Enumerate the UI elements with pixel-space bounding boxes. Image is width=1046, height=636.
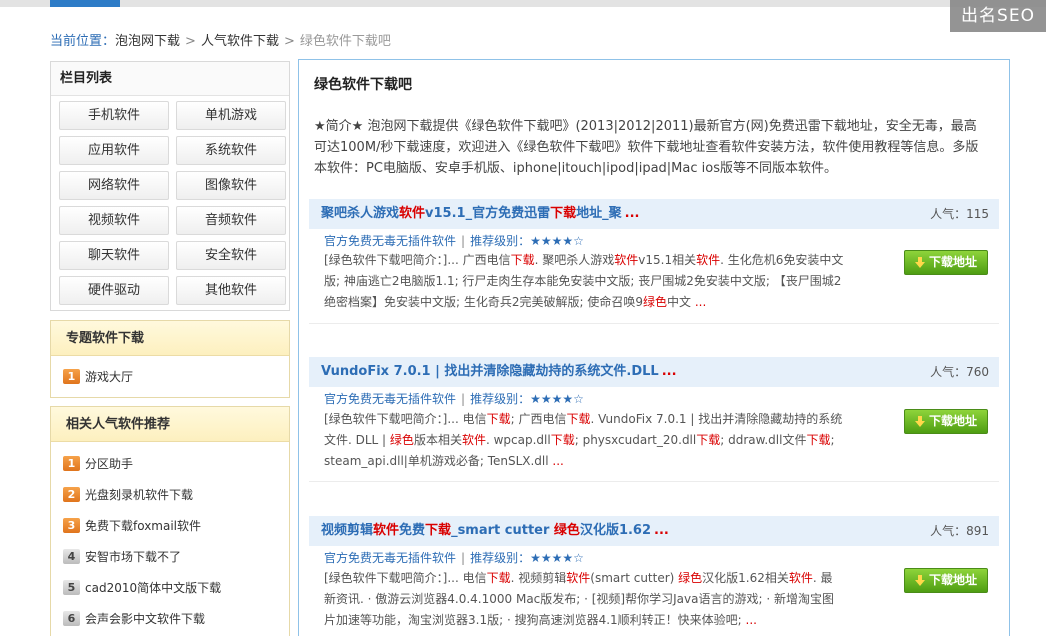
popularity-count: 人气：115 [930,207,989,221]
software-item-title-link[interactable]: VundoFix 7.0.1 | 找出并清除隐藏劫持的系统文件.DLL... [321,357,677,387]
rank-number-badge: 2 [63,487,80,502]
recommend-item-label: 安智市场下载不了 [85,550,182,564]
recommend-list-item[interactable]: 3 免费下载foxmail软件 [63,516,201,536]
category-button[interactable]: 视频软件 [59,206,169,235]
software-item-header: 视频剪辑软件免费下载_smart cutter 绿色汉化版1.62... 人气：… [309,516,999,546]
topic-download-box: 专题软件下载 1 游戏大厅 [50,320,290,398]
recommend-item-label: 会声会影中文软件下载 [85,612,206,626]
recommend-list-item[interactable]: 1 分区助手 [63,454,133,474]
page-title: 绿色软件下载吧 [314,77,412,93]
breadcrumb-separator: > [283,34,295,49]
rank-number-badge: 6 [63,611,80,626]
item-divider [309,481,999,482]
category-button[interactable]: 图像软件 [176,171,286,200]
top-strip [0,0,1046,7]
software-item-header: VundoFix 7.0.1 | 找出并清除隐藏劫持的系统文件.DLL... 人… [309,357,999,387]
category-button[interactable]: 网络软件 [59,171,169,200]
topic-download-title: 专题软件下载 [51,321,289,356]
rank-number-badge: 3 [63,518,80,533]
software-item-meta: 官方免费无毒无插件软件 | 推荐级别：★★★★☆ [324,392,584,406]
recommend-item-label: 光盘刻录机软件下载 [85,488,194,502]
seo-watermark-badge: 出名SEO [950,0,1046,32]
top-accent-bar [50,0,120,7]
software-item-meta: 官方免费无毒无插件软件 | 推荐级别：★★★★☆ [324,551,584,565]
popularity-count: 人气：891 [930,524,989,538]
topic-item-label: 游戏大厅 [85,370,134,384]
category-button[interactable]: 系统软件 [176,136,286,165]
download-arrow-icon [915,416,925,427]
category-button[interactable]: 单机游戏 [176,101,286,130]
software-item-description: [绿色软件下载吧简介：]... 广西电信下载. 聚吧杀人游戏软件v15.1相关软… [324,253,844,309]
breadcrumb-label: 当前位置： [50,34,116,49]
download-button[interactable]: 下载地址 [904,250,988,275]
category-button[interactable]: 硬件驱动 [59,276,169,305]
breadcrumb-home-link[interactable]: 泡泡网下载 [115,34,180,49]
main-panel: 绿色软件下载吧 ★简介★ 泡泡网下载提供《绿色软件下载吧》(2013|2012|… [298,59,1010,636]
rank-number-badge: 1 [63,369,80,384]
rank-number-badge: 5 [63,580,80,595]
rank-number-badge: 4 [63,549,80,564]
breadcrumb-popular-link[interactable]: 人气软件下载 [201,34,279,49]
recommend-item-label: 免费下载foxmail软件 [85,519,202,533]
category-list-box: 栏目列表 手机软件 单机游戏 应用软件 系统软件 网络软件 图像软件 视频软件 … [50,61,290,311]
recommend-list-item[interactable]: 4 安智市场下载不了 [63,547,181,567]
rank-number-badge: 1 [63,456,80,471]
recommend-item-label: cad2010简体中文版下载 [85,581,222,595]
category-button[interactable]: 其他软件 [176,276,286,305]
rating-stars: 推荐级别：★★★★☆ [470,551,584,565]
breadcrumb-separator: > [185,34,196,49]
download-button[interactable]: 下载地址 [904,568,988,593]
category-button[interactable]: 应用软件 [59,136,169,165]
download-arrow-icon [915,575,925,586]
software-item-description: [绿色软件下载吧简介：]... 电信下载. 视频剪辑软件(smart cutte… [324,571,834,627]
breadcrumb-current: 绿色软件下载吧 [299,34,391,49]
download-arrow-icon [915,257,925,268]
software-item-title-link[interactable]: 聚吧杀人游戏软件v15.1_官方免费迅雷下载地址_聚... [321,199,639,229]
download-button[interactable]: 下载地址 [904,409,988,434]
category-button[interactable]: 音频软件 [176,206,286,235]
recommend-list-item[interactable]: 2 光盘刻录机软件下载 [63,485,193,505]
recommend-list-item[interactable]: 5 cad2010简体中文版下载 [63,578,221,598]
software-item-header: 聚吧杀人游戏软件v15.1_官方免费迅雷下载地址_聚... 人气：115 [309,199,999,229]
rating-stars: 推荐级别：★★★★☆ [470,234,584,248]
popularity-count: 人气：760 [930,365,989,379]
category-list-title: 栏目列表 [51,62,289,96]
software-item-title-link[interactable]: 视频剪辑软件免费下载_smart cutter 绿色汉化版1.62... [321,516,669,546]
software-item-description: [绿色软件下载吧简介：]... 电信下载; 广西电信下载. VundoFix 7… [324,412,843,468]
software-item-meta: 官方免费无毒无插件软件 | 推荐级别：★★★★☆ [324,234,584,248]
rating-stars: 推荐级别：★★★★☆ [470,392,584,406]
recommend-list-item[interactable]: 6 会声会影中文软件下载 [63,609,205,629]
recommend-box: 相关人气软件推荐 1 分区助手 2 光盘刻录机软件下载 3 免费下载foxmail软件… [50,406,290,636]
breadcrumb: 当前位置：泡泡网下载 > 人气软件下载 > 绿色软件下载吧 [50,33,391,51]
category-button[interactable]: 安全软件 [176,241,286,270]
item-divider [309,323,999,324]
intro-text: ★简介★ 泡泡网下载提供《绿色软件下载吧》(2013|2012|2011)最新官… [314,119,979,176]
topic-list-item[interactable]: 1 游戏大厅 [63,367,133,387]
category-button[interactable]: 手机软件 [59,101,169,130]
recommend-item-label: 分区助手 [85,457,134,471]
category-button[interactable]: 聊天软件 [59,241,169,270]
recommend-title: 相关人气软件推荐 [51,407,289,442]
